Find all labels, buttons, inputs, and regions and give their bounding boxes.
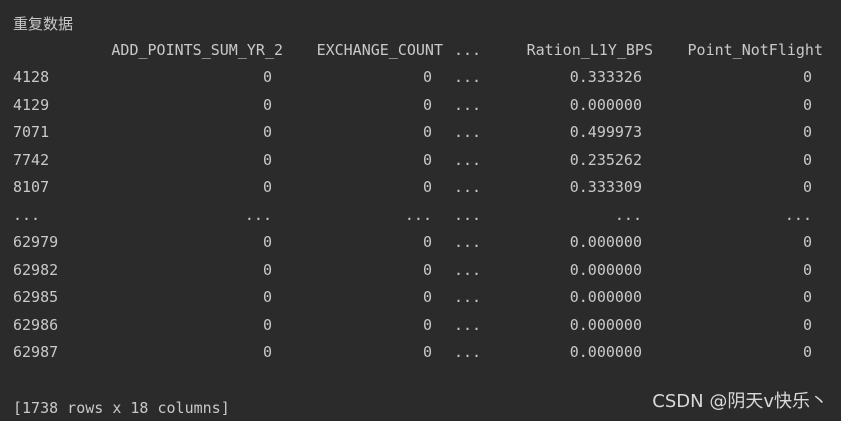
table-header: ADD_POINTS_SUM_YR_2 EXCHANGE_COUNT ... R… [0,37,841,64]
table-row: 62979 0 0... 0.000000 0 [0,229,841,256]
cell-add-points: 0 [262,343,272,361]
table-row: 4129 0 0... 0.000000 0 [0,92,841,119]
cell-point-notflight: 0 [802,150,812,169]
cell-add-points: 0 [262,150,272,169]
cell-ration-l1y-bps: 0.000000 [569,288,642,306]
cell-exchange-count: 0 [422,288,432,306]
cell-exchange-count: 0 [422,260,432,279]
row-index: 8107 [13,178,50,196]
console-output: 重复数据 ADD_POINTS_SUM_YR_2 EXCHANGE_COUNT … [0,0,841,421]
column-header-exchange-count: EXCHANGE_COUNT [316,41,443,59]
table-row: 62986 0 0... 0.000000 0 [0,312,841,339]
cell-ration-l1y-bps: ... [614,205,642,224]
row-index: 4129 [13,95,50,114]
cell-ellipsis: ... [454,178,482,196]
cell-point-notflight: 0 [802,123,812,141]
cell-exchange-count: 0 [422,150,432,169]
cell-point-notflight: 0 [802,260,812,279]
row-index: ... [13,205,41,224]
cell-ration-l1y-bps: 0.000000 [569,260,642,279]
cell-add-points: 0 [262,68,272,86]
table-row: 7071 0 0... 0.499973 0 [0,119,841,146]
cell-add-points: 0 [262,260,272,279]
cell-ration-l1y-bps: 0.333326 [569,68,642,86]
column-header-add-points: ADD_POINTS_SUM_YR_2 [111,41,283,59]
cell-add-points: ... [244,205,272,224]
cell-point-notflight: 0 [802,95,812,114]
row-index: 7071 [13,123,50,141]
cell-ellipsis: ... [454,68,482,86]
cell-point-notflight: 0 [802,288,812,306]
table-row: 4128 0 0... 0.333326 0 [0,64,841,91]
cell-exchange-count: 0 [422,343,432,361]
cell-ellipsis: ... [454,288,482,306]
row-index: 62985 [13,288,59,306]
cell-exchange-count: 0 [422,233,432,251]
cell-add-points: 0 [262,315,272,334]
cell-ration-l1y-bps: 0.235262 [569,150,642,169]
cell-ration-l1y-bps: 0.000000 [569,95,642,114]
cell-exchange-count: 0 [422,315,432,334]
cell-add-points: 0 [262,123,272,141]
cell-add-points: 0 [262,178,272,196]
table-row: 7742 0 0... 0.235262 0 [0,147,841,174]
cell-exchange-count: 0 [422,68,432,86]
table-summary: [1738 rows x 18 columns] [13,399,230,417]
cell-ellipsis: ... [454,315,482,334]
cell-point-notflight: 0 [802,68,812,86]
output-title: 重复数据 [13,15,74,33]
cell-ellipsis: ... [454,205,482,224]
cell-exchange-count: 0 [422,178,432,196]
row-index: 62979 [13,233,59,251]
watermark: CSDN @阴天v快乐丶 [652,391,828,412]
cell-point-notflight: 0 [802,178,812,196]
cell-point-notflight: ... [784,205,812,224]
cell-ellipsis: ... [454,343,482,361]
cell-ellipsis: ... [454,95,482,114]
cell-ellipsis: ... [454,150,482,169]
row-index: 62987 [13,343,59,361]
cell-ration-l1y-bps: 0.000000 [569,233,642,251]
table-row: 62985 0 0... 0.000000 0 [0,284,841,311]
cell-ellipsis: ... [454,233,482,251]
table-row: 62982 0 0... 0.000000 0 [0,257,841,284]
cell-ration-l1y-bps: 0.000000 [569,315,642,334]
column-header-ellipsis: ... [454,41,482,59]
cell-add-points: 0 [262,288,272,306]
row-index: 7742 [13,150,50,169]
cell-ellipsis: ... [454,123,482,141]
cell-ration-l1y-bps: 0.000000 [569,343,642,361]
cell-point-notflight: 0 [802,315,812,334]
column-header-point-notflight: Point_NotFlight [687,41,823,59]
cell-add-points: 0 [262,95,272,114]
cell-ration-l1y-bps: 0.333309 [569,178,642,196]
table-row: 8107 0 0... 0.333309 0 [0,174,841,201]
cell-point-notflight: 0 [802,233,812,251]
row-index: 62982 [13,260,59,279]
cell-exchange-count: 0 [422,123,432,141]
row-index: 62986 [13,315,59,334]
table-row: .................. [0,202,841,229]
cell-point-notflight: 0 [802,343,812,361]
cell-ellipsis: ... [454,260,482,279]
row-index: 4128 [13,68,50,86]
cell-exchange-count: 0 [422,95,432,114]
table-row: 62987 0 0... 0.000000 0 [0,339,841,366]
cell-exchange-count: ... [404,205,432,224]
column-header-ration-l1y-bps: Ration_L1Y_BPS [526,41,653,59]
cell-add-points: 0 [262,233,272,251]
cell-ration-l1y-bps: 0.499973 [569,123,642,141]
